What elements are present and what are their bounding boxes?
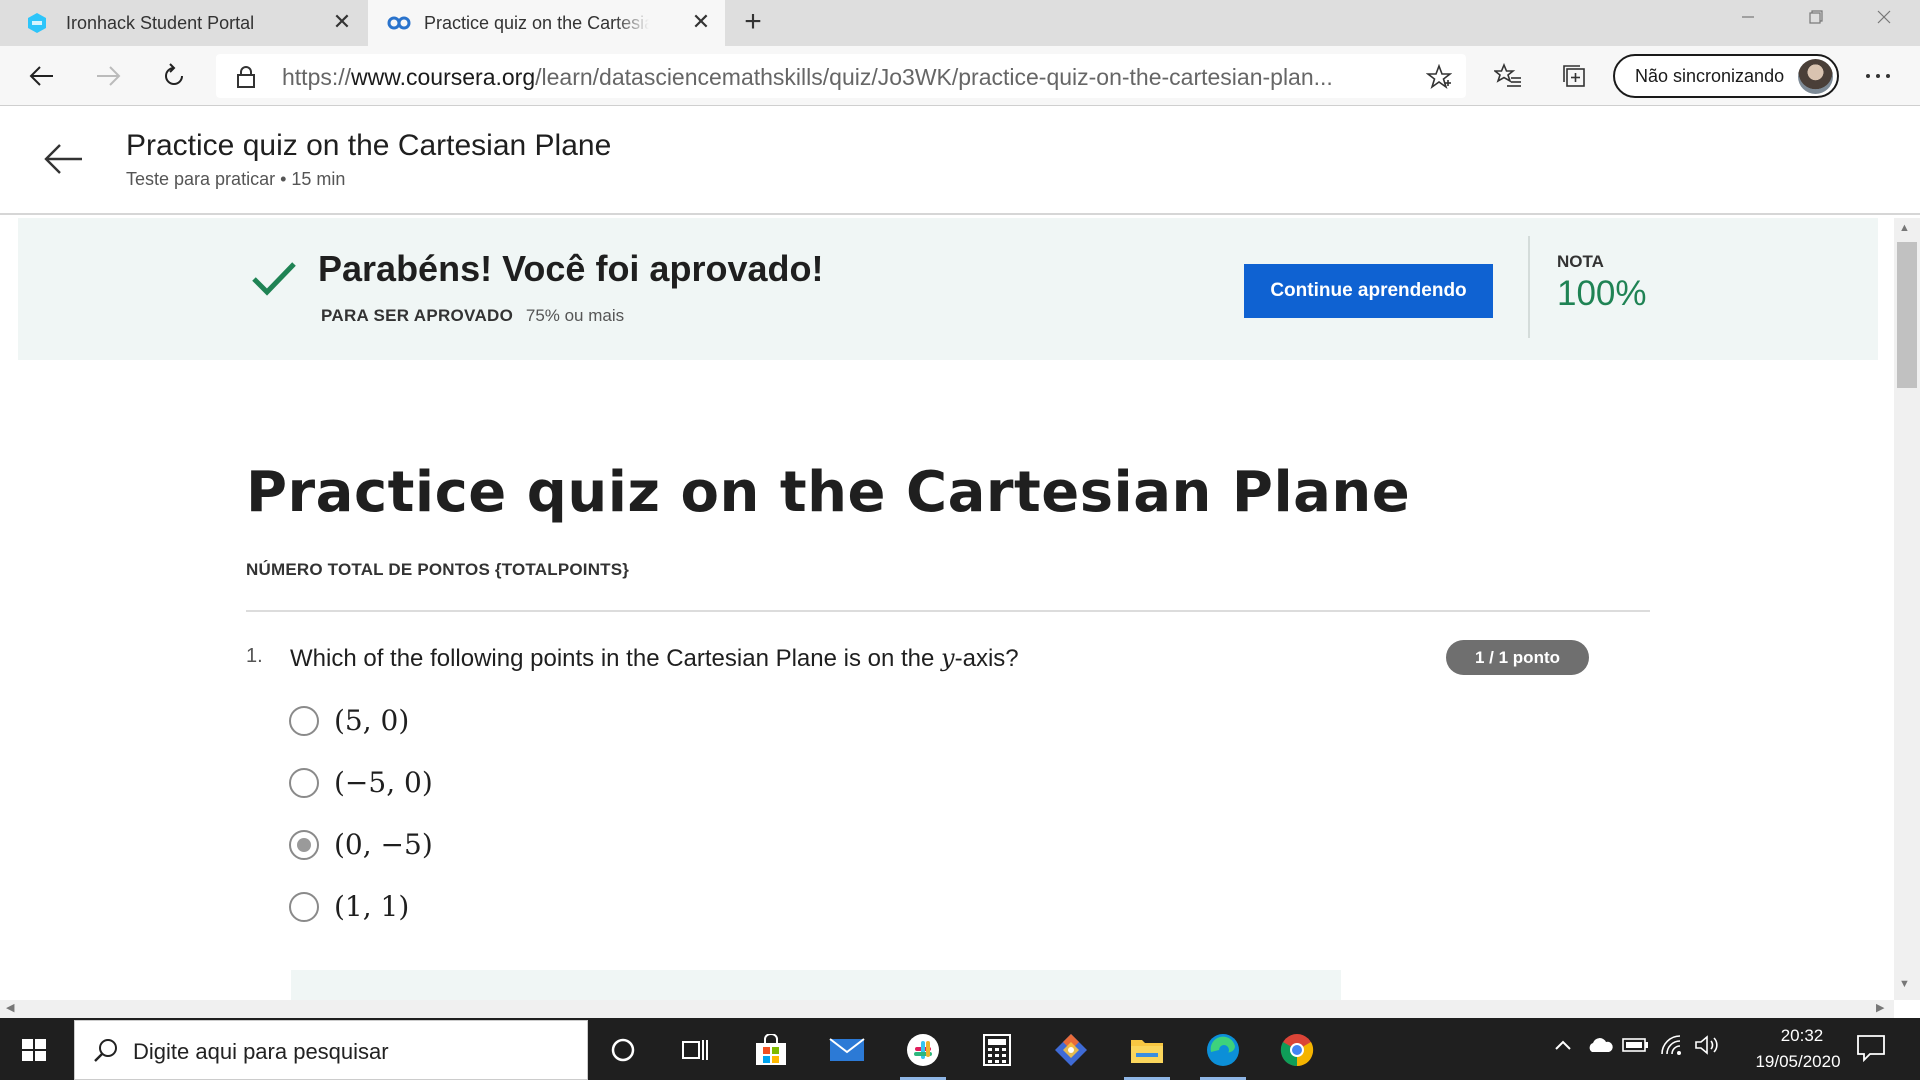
close-icon[interactable]: ✕ <box>330 9 354 34</box>
scroll-up-icon[interactable]: ▲ <box>1899 222 1910 234</box>
answer-option[interactable]: (1, 1) <box>289 886 689 926</box>
pass-requirement: PARA SER APROVADO 75% ou mais <box>321 306 624 326</box>
page-header: Practice quiz on the Cartesian Plane Tes… <box>0 107 1920 215</box>
volume-icon[interactable] <box>1694 1034 1720 1061</box>
favorites-icon[interactable] <box>1490 58 1526 94</box>
close-icon[interactable]: ✕ <box>689 9 713 34</box>
search-icon <box>93 1037 119 1068</box>
url-text[interactable]: https://www.coursera.org/learn/datascien… <box>282 64 1392 91</box>
file-explorer-icon[interactable] <box>1118 1026 1176 1080</box>
back-icon[interactable] <box>24 58 60 94</box>
divider <box>246 610 1650 612</box>
git-icon[interactable] <box>1042 1026 1100 1074</box>
favorite-star-icon[interactable] <box>1425 63 1453 95</box>
answer-option-selected[interactable]: (0, −5) <box>289 824 689 864</box>
scroll-down-icon[interactable]: ▼ <box>1899 978 1910 990</box>
clock-date[interactable]: 19/05/2020 <box>1738 1052 1858 1072</box>
url-scheme: https:// <box>282 64 352 90</box>
windows-taskbar: Digite aqui para pesquisar 20:32 19/05/2… <box>0 1018 1920 1080</box>
scrollbar-thumb[interactable] <box>1897 242 1917 388</box>
result-title: Parabéns! Você foi aprovado! <box>318 248 824 289</box>
tab-title: Ironhack Student Portal <box>66 13 255 33</box>
more-menu-icon[interactable] <box>1860 58 1896 94</box>
profile-button[interactable]: Não sincronizando <box>1613 54 1839 98</box>
grade-label: NOTA <box>1557 252 1604 271</box>
question-number: 1. <box>246 645 263 667</box>
pass-requirement-label: PARA SER APROVADO <box>321 306 514 325</box>
radio-button[interactable] <box>289 706 319 736</box>
new-tab-icon[interactable]: + <box>738 7 768 38</box>
forward-icon[interactable] <box>90 58 126 94</box>
scroll-right-icon[interactable]: ▶ <box>1876 1001 1884 1014</box>
question-text-part: Which of the following points in the Car… <box>290 645 942 672</box>
total-points: NÚMERO TOTAL DE PONTOS {TOTALPOINTS} <box>246 560 630 579</box>
quiz-title: Practice quiz on the Cartesian Plane <box>246 460 1411 525</box>
avatar <box>1798 59 1833 94</box>
pass-requirement-value: 75% ou mais <box>525 306 625 325</box>
onedrive-cloud-icon[interactable] <box>1586 1036 1614 1059</box>
browser-toolbar: https://www.coursera.org/learn/datascien… <box>0 46 1920 106</box>
clock-time[interactable]: 20:32 <box>1762 1026 1842 1046</box>
lock-icon[interactable] <box>236 66 256 93</box>
tab-coursera-quiz[interactable]: Practice quiz on the Cartesian Plane ✕ <box>368 0 725 46</box>
battery-icon[interactable] <box>1622 1036 1650 1059</box>
restore-icon[interactable] <box>1782 0 1850 34</box>
result-banner: Parabéns! Você foi aprovado! PARA SER AP… <box>18 218 1878 360</box>
tab-title: Practice quiz on the Cartesian Plane <box>424 13 649 33</box>
question-text-part: -axis? <box>954 645 1019 672</box>
refresh-icon[interactable] <box>156 58 192 94</box>
answer-option[interactable]: (5, 0) <box>289 700 689 740</box>
answer-option[interactable]: (−5, 0) <box>289 762 689 802</box>
task-view-icon[interactable] <box>666 1026 724 1074</box>
url-path: /learn/datasciencemathskills/quiz/Jo3WK/… <box>535 64 1333 90</box>
points-badge: 1 / 1 ponto <box>1446 640 1589 675</box>
question-math: y <box>941 644 955 672</box>
option-label: (0, −5) <box>334 828 433 861</box>
grade-value: 100% <box>1557 274 1647 313</box>
search-placeholder: Digite aqui para pesquisar <box>133 1039 389 1064</box>
page-title: Practice quiz on the Cartesian Plane <box>126 129 612 162</box>
url-host: www.coursera.org <box>351 64 536 90</box>
page-subtitle: Teste para praticar • 15 min <box>126 169 346 189</box>
option-label: (1, 1) <box>334 890 410 923</box>
question-text: Which of the following points in the Car… <box>290 644 1019 673</box>
mail-icon[interactable] <box>818 1026 876 1074</box>
chevron-up-icon[interactable] <box>1554 1038 1572 1056</box>
browser-tab-bar: Ironhack Student Portal ✕ Practice quiz … <box>0 0 1920 46</box>
continue-learning-button[interactable]: Continue aprendendo <box>1244 264 1493 318</box>
edge-icon[interactable] <box>1194 1026 1252 1080</box>
minimize-icon[interactable] <box>1714 0 1782 34</box>
chrome-icon[interactable] <box>1268 1026 1326 1074</box>
calculator-icon[interactable] <box>968 1026 1026 1074</box>
tab-ironhack[interactable]: Ironhack Student Portal ✕ <box>0 0 366 46</box>
ironhack-favicon-icon <box>26 12 48 34</box>
windows-start-icon[interactable] <box>16 1032 52 1068</box>
check-icon <box>250 254 298 302</box>
close-window-icon[interactable] <box>1850 0 1918 34</box>
slack-icon[interactable] <box>894 1026 952 1080</box>
store-icon[interactable] <box>742 1026 800 1074</box>
horizontal-scrollbar[interactable] <box>0 1000 1894 1018</box>
profile-label: Não sincronizando <box>1635 66 1785 86</box>
option-label: (5, 0) <box>334 704 410 737</box>
address-bar[interactable]: https://www.coursera.org/learn/datascien… <box>216 54 1466 98</box>
scroll-left-icon[interactable]: ◀ <box>6 1001 14 1014</box>
back-arrow-icon[interactable] <box>42 137 86 181</box>
radio-button-selected[interactable] <box>289 830 319 860</box>
coursera-favicon-icon <box>386 12 411 34</box>
taskbar-search-input[interactable]: Digite aqui para pesquisar <box>74 1020 588 1080</box>
option-label: (−5, 0) <box>334 766 433 799</box>
notification-icon[interactable] <box>1856 1034 1886 1067</box>
radio-button[interactable] <box>289 892 319 922</box>
wifi-icon[interactable] <box>1660 1034 1684 1061</box>
divider <box>1528 236 1530 338</box>
cortana-icon[interactable] <box>594 1026 652 1074</box>
feedback-box <box>291 970 1341 1000</box>
radio-button[interactable] <box>289 768 319 798</box>
collections-icon[interactable] <box>1556 58 1592 94</box>
